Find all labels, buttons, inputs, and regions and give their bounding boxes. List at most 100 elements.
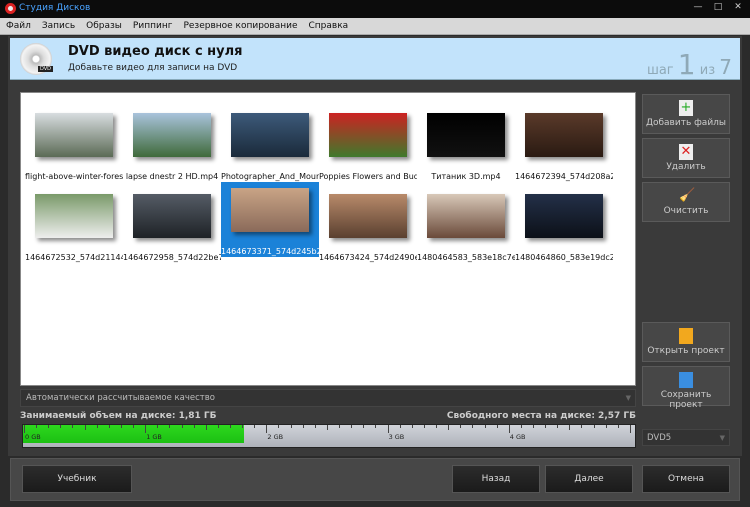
file-item[interactable]: 1480464583_583e18c7e9... [417,194,515,263]
minimize-button[interactable]: — [688,0,708,14]
menu-help[interactable]: Справка [303,18,354,31]
scale-tick [617,425,619,428]
scale-tick [72,425,74,428]
scale-tick [363,425,365,428]
video-thumbnail [231,113,309,157]
video-thumbnail [427,113,505,157]
add-files-button[interactable]: + Добавить файлы [642,94,730,134]
menu-ripping[interactable]: Риппинг [127,18,178,31]
step-indicator: шаг 1 из 7 [647,48,732,81]
scale-label: 2 GB [267,433,284,441]
quality-value: Автоматически рассчитываемое качество [26,393,215,403]
save-project-button[interactable]: Сохранить проект [642,366,730,410]
file-name: 1480464860_583e19dc29... [515,253,613,262]
file-item[interactable]: Титаник 3D.mp4 [417,113,515,182]
back-button[interactable]: Назад [452,465,540,493]
close-button[interactable]: ✕ [728,0,748,14]
scale-tick [520,425,522,428]
scale-tick [423,425,425,428]
dvd-badge: DVD [38,66,54,72]
cancel-button[interactable]: Отмена [642,465,730,493]
disc-type-value: DVD5 [647,433,672,443]
file-name: 1464672958_574d22be74... [123,253,221,262]
file-item[interactable]: flight-above-winter-forest... [25,113,123,182]
scale-tick [96,425,98,428]
scale-tick [290,425,292,428]
menu-record[interactable]: Запись [36,18,80,31]
scale-tick [436,425,438,428]
scale-tick [48,425,50,428]
of-word: из [699,63,716,78]
open-project-button[interactable]: Открыть проект [642,322,730,362]
file-name: 1464672532_574d211448... [25,253,123,262]
add-file-icon: + [679,100,693,116]
step-total: 7 [719,55,732,79]
file-name: 1464673424_574d2490ec... [319,253,417,262]
clear-button[interactable]: 🧹 Очистить [642,182,730,222]
page-title: DVD видео диск с нуля [68,44,243,59]
maximize-button[interactable]: □ [708,0,728,14]
folder-icon [679,328,693,344]
quality-dropdown[interactable]: Автоматически рассчитываемое качество ▼ [20,389,636,407]
clear-label: Очистить [663,206,709,216]
scale-tick [84,425,86,430]
delete-button[interactable]: ✕ Удалить [642,138,730,178]
scale-tick [387,425,389,433]
scale-tick [60,425,62,428]
scale-tick [302,425,304,428]
video-thumbnail [329,194,407,238]
scale-tick [508,425,510,433]
chevron-down-icon: ▼ [625,394,631,402]
scale-tick [399,425,401,428]
scale-tick [254,425,256,428]
delete-label: Удалить [666,162,706,172]
menu-backup[interactable]: Резервное копирование [177,18,302,31]
video-thumbnail [525,194,603,238]
file-item[interactable]: 1464672394_574d208a23... [515,113,613,182]
scale-tick [460,425,462,428]
file-item[interactable]: 1464673424_574d2490ec... [319,194,417,263]
video-thumbnail [231,188,309,232]
chevron-down-icon: ▼ [719,434,725,442]
file-item[interactable]: Poppies Flowers and Buds.... [319,113,417,182]
video-thumbnail [133,194,211,238]
file-item[interactable]: 1464672532_574d211448... [25,194,123,263]
used-space-label: Занимаемый объем на диске: 1,81 ГБ [20,411,217,421]
scale-tick [545,425,547,428]
file-name: lapse dnestr 2 HD.mp4 [125,172,219,181]
scale-tick [448,425,450,430]
scale-tick [193,425,195,428]
save-project-label: Сохранить проект [660,390,712,410]
scale-tick [351,425,353,428]
tutorial-button[interactable]: Учебник [22,465,132,493]
video-thumbnail [35,194,113,238]
scale-tick [314,425,316,428]
file-name: 1480464583_583e18c7e9... [417,253,515,262]
disc-type-dropdown[interactable]: DVD5 ▼ [642,429,730,446]
scale-tick [36,425,38,428]
add-files-label: Добавить файлы [645,118,727,128]
scale-tick [581,425,583,428]
file-item[interactable]: Photographer_And_Mount... [221,113,319,182]
file-item[interactable]: 1464673371_574d245b21... [221,182,319,257]
file-item[interactable]: lapse dnestr 2 HD.mp4 [123,113,221,182]
file-list[interactable]: flight-above-winter-forest...lapse dnest… [20,92,636,386]
scale-tick [593,425,595,428]
scale-tick [339,425,341,428]
file-item[interactable]: 1464672958_574d22be74... [123,194,221,263]
scale-tick [120,425,122,428]
scale-tick [484,425,486,428]
scale-tick [181,425,183,428]
scale-tick [629,425,631,433]
video-thumbnail [427,194,505,238]
menu-file[interactable]: Файл [0,18,36,31]
delete-file-icon: ✕ [679,144,693,160]
next-button[interactable]: Далее [545,465,633,493]
scale-tick [145,425,147,433]
file-item[interactable]: 1480464860_583e19dc29... [515,194,613,263]
file-name: flight-above-winter-forest... [25,172,123,181]
window-title: Студия Дисков [19,3,91,13]
scale-tick [569,425,571,430]
menu-images[interactable]: Образы [80,18,127,31]
scale-tick [205,425,207,430]
